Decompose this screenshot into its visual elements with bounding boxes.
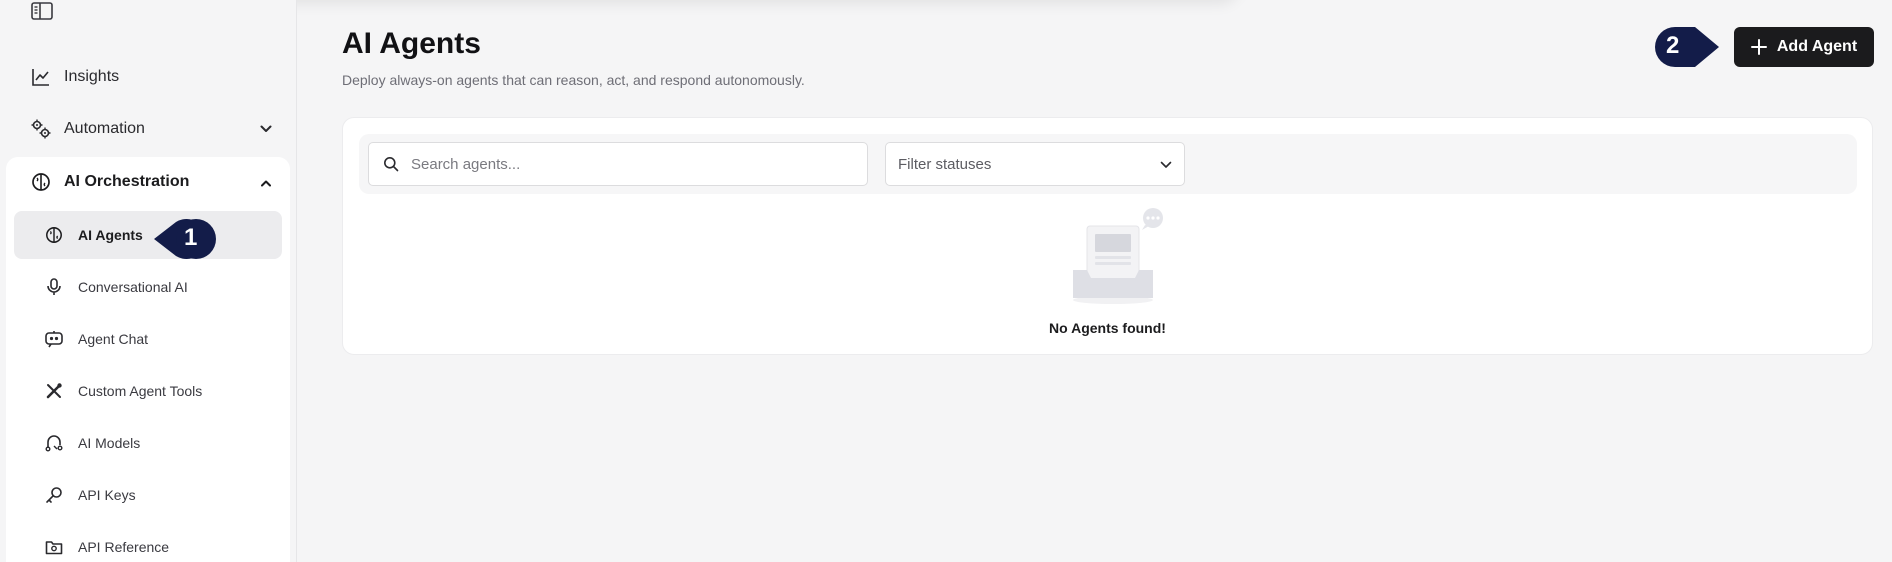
page-title: AI Agents bbox=[342, 27, 481, 60]
chevron-down-icon bbox=[1156, 155, 1176, 175]
search-box[interactable] bbox=[368, 142, 868, 186]
sidebar-item-insights[interactable]: Insights bbox=[30, 63, 119, 91]
ai-model-icon bbox=[44, 433, 64, 453]
add-agent-label: Add Agent bbox=[1776, 38, 1858, 55]
chart-line-icon bbox=[30, 66, 52, 88]
page-subtitle: Deploy always-on agents that can reason,… bbox=[342, 72, 805, 88]
sidebar-item-label: Automation bbox=[64, 120, 145, 137]
search-input[interactable] bbox=[411, 155, 851, 173]
microphone-icon bbox=[44, 277, 64, 297]
api-reference-icon bbox=[44, 537, 64, 557]
sidebar-item-ai-agents[interactable]: AI Agents bbox=[14, 211, 282, 259]
chevron-up-icon[interactable] bbox=[256, 173, 276, 193]
sidebar-item-custom-agent-tools[interactable]: Custom Agent Tools bbox=[14, 367, 282, 415]
sidebar-item-api-keys[interactable]: API Keys bbox=[14, 471, 282, 519]
robot-chat-icon bbox=[44, 329, 64, 349]
brain-icon bbox=[30, 171, 52, 193]
sidebar-item-automation[interactable]: Automation bbox=[30, 115, 280, 143]
gears-icon bbox=[30, 118, 52, 140]
status-filter-placeholder: Filter statuses bbox=[898, 155, 992, 173]
sidebar-item-label: API Keys bbox=[78, 487, 136, 503]
callout-number: 2 bbox=[1666, 32, 1680, 59]
sidebar-item-conversational-ai[interactable]: Conversational AI bbox=[14, 263, 282, 311]
sidebar-item-label: Agent Chat bbox=[78, 331, 149, 347]
chevron-down-icon[interactable] bbox=[256, 119, 276, 139]
sidebar-item-api-reference[interactable]: API Reference bbox=[14, 523, 282, 562]
callout-number: 1 bbox=[184, 224, 198, 251]
empty-state-message: No Agents found! bbox=[1049, 320, 1166, 336]
sidebar-item-label: AI Models bbox=[78, 435, 141, 451]
search-icon bbox=[373, 142, 409, 186]
sidebar-item-ai-models[interactable]: AI Models bbox=[14, 419, 282, 467]
ai-orchestration-panel: AI Orchestration AI Agents Conversationa… bbox=[6, 157, 290, 562]
sidebar-item-label: AI Agents bbox=[78, 227, 143, 243]
sidebar-toggle-icon[interactable] bbox=[30, 0, 54, 22]
callout-badge-2: 2 bbox=[1655, 27, 1719, 67]
empty-inbox-illustration bbox=[1065, 208, 1175, 308]
brain-icon bbox=[44, 225, 64, 245]
sidebar-group-label: AI Orchestration bbox=[64, 173, 190, 190]
agents-card: Filter statuses No Agents found! bbox=[342, 117, 1873, 355]
key-icon bbox=[44, 485, 64, 505]
sidebar-item-label: Conversational AI bbox=[78, 279, 188, 295]
sidebar-item-label: Custom Agent Tools bbox=[78, 383, 203, 399]
callout-badge-1: 1 bbox=[154, 219, 216, 259]
sidebar-item-label: Insights bbox=[64, 68, 120, 85]
sidebar-group-ai-orchestration[interactable]: AI Orchestration bbox=[30, 169, 189, 195]
sidebar: Insights Automation AI Orchestration AI … bbox=[0, 0, 297, 562]
tools-icon bbox=[44, 381, 64, 401]
status-filter-select[interactable]: Filter statuses bbox=[885, 142, 1185, 186]
sidebar-item-label: API Reference bbox=[78, 539, 170, 555]
plus-icon bbox=[1750, 39, 1767, 55]
filter-bar: Filter statuses bbox=[359, 134, 1857, 194]
sidebar-item-agent-chat[interactable]: Agent Chat bbox=[14, 315, 282, 363]
add-agent-button[interactable]: Add Agent bbox=[1734, 27, 1874, 67]
